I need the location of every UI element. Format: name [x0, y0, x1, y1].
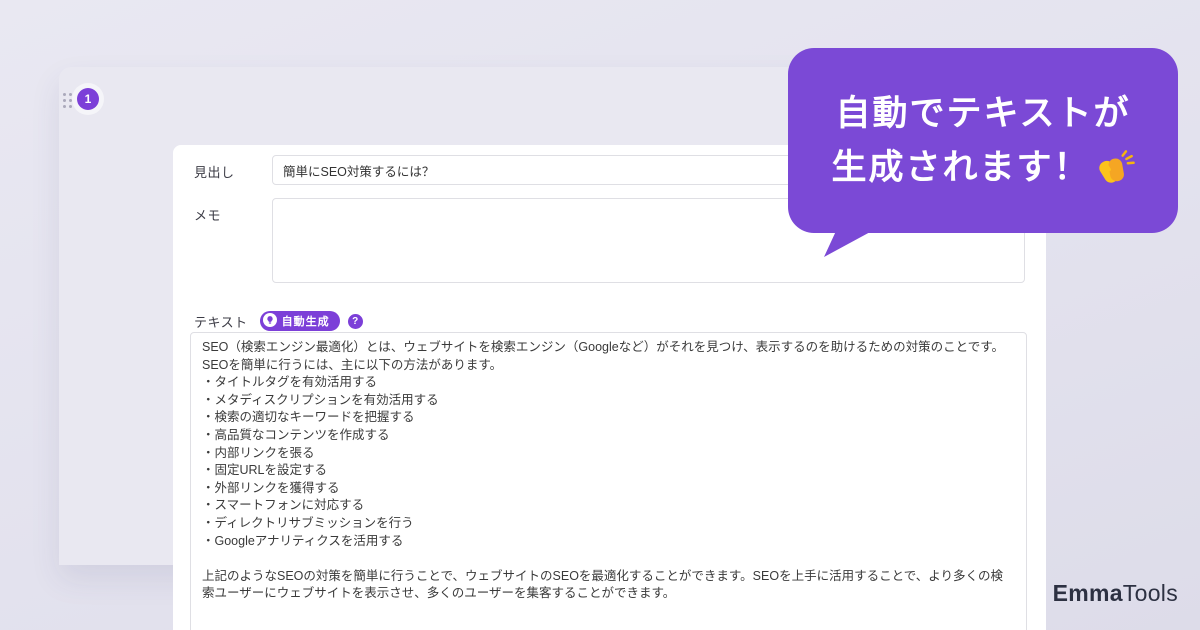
- callout-line2: 生成されます！: [831, 147, 1091, 187]
- generated-text-textarea[interactable]: SEO（検索エンジン最適化）とは、ウェブサイトを検索エンジン（Googleなど）…: [190, 332, 1027, 630]
- drag-handle-icon[interactable]: [63, 93, 72, 108]
- memo-label: メモ: [194, 208, 222, 223]
- lightbulb-icon: [262, 312, 277, 330]
- logo-text-light: Tools: [1122, 580, 1178, 606]
- auto-generate-label: 自動生成: [281, 316, 330, 328]
- emmatools-logo: EmmaTools: [1053, 580, 1178, 607]
- heading-label: 見出し: [194, 165, 235, 180]
- text-label: テキスト: [194, 314, 248, 330]
- bubble-tail: [824, 231, 872, 257]
- help-icon[interactable]: ?: [347, 313, 363, 329]
- clap-emoji-icon: [1098, 149, 1135, 183]
- item-number-badge: 1: [77, 88, 99, 110]
- callout-bubble: 自動でテキストが 生成されます！: [788, 48, 1178, 257]
- item-gutter: 1: [59, 67, 114, 565]
- text-field-header: テキスト 自動生成 ?: [194, 311, 363, 331]
- logo-text-bold: Emma: [1052, 580, 1123, 606]
- callout-line1: 自動でテキストが: [835, 93, 1131, 133]
- auto-generate-badge[interactable]: 自動生成: [259, 311, 340, 331]
